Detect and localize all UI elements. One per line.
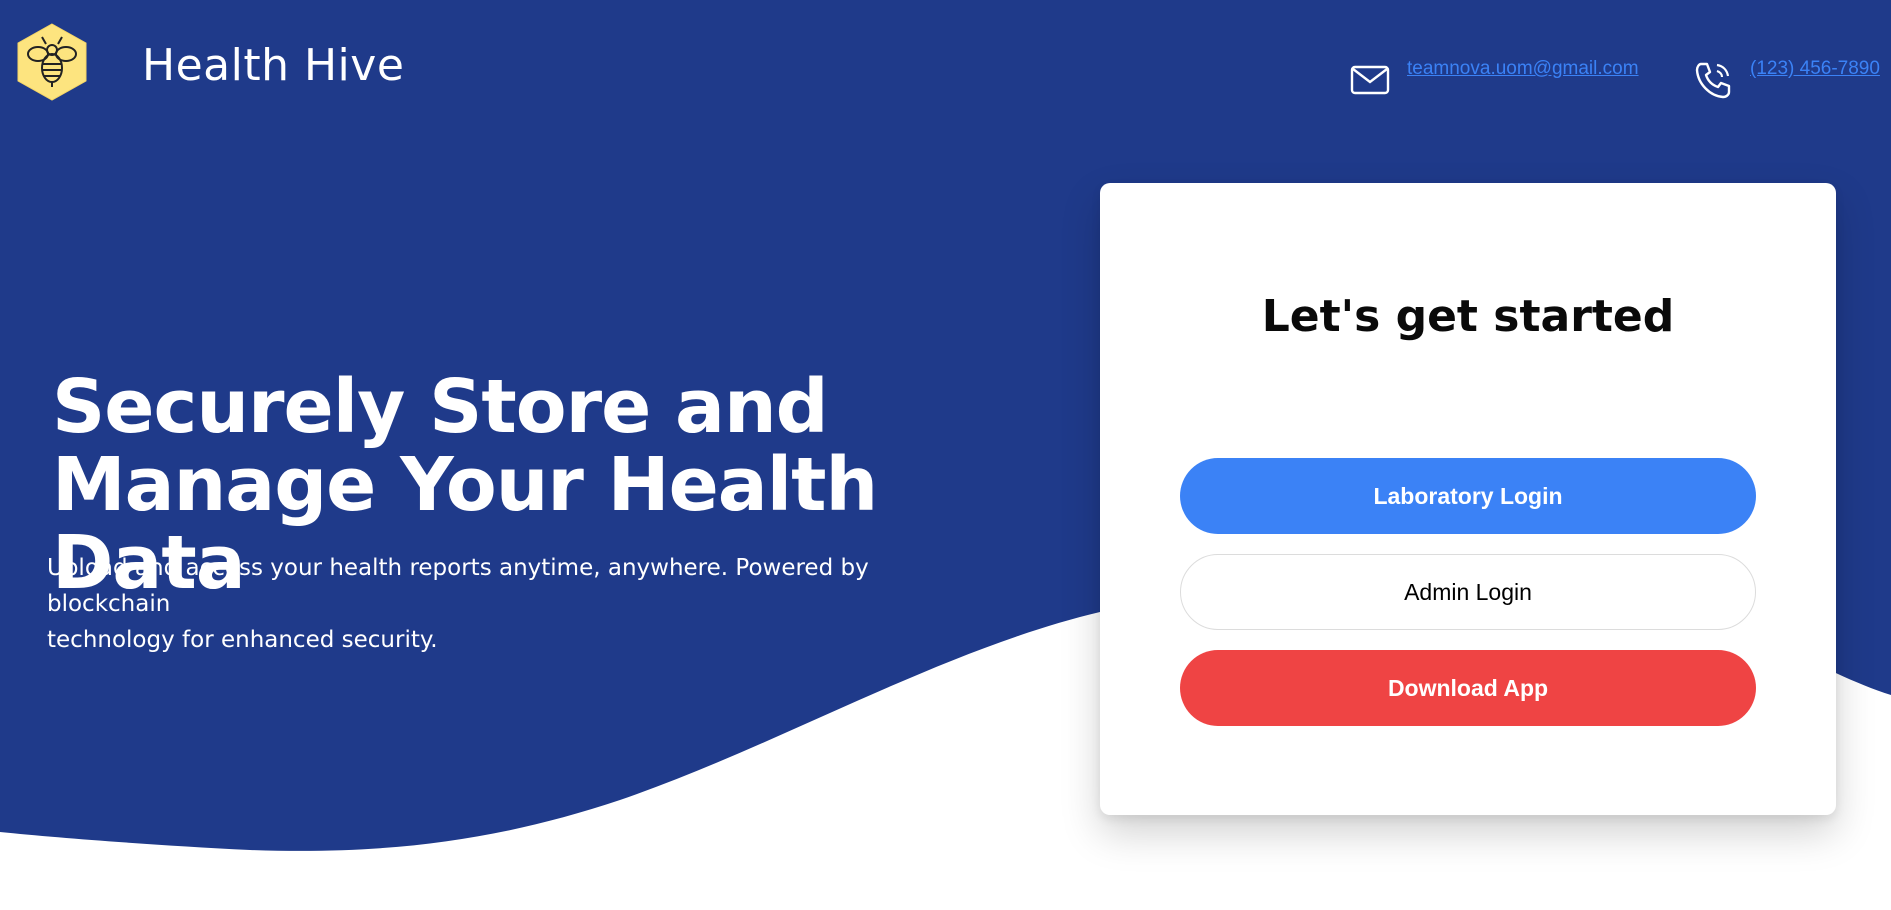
card-title: Let's get started	[1261, 291, 1675, 342]
phone-link[interactable]: (123) 456-7890	[1750, 58, 1880, 80]
hero-subtitle-line-1: Upload and access your health reports an…	[47, 555, 869, 617]
phone-icon	[1695, 62, 1731, 99]
bee-hexagon-icon[interactable]	[16, 22, 88, 102]
hero-title-line-1: Securely Store and	[52, 364, 829, 450]
admin-login-button[interactable]: Admin Login	[1180, 554, 1756, 630]
email-link[interactable]: teamnova.uom@gmail.com	[1407, 58, 1639, 80]
hero-subtitle: Upload and access your health reports an…	[47, 550, 987, 658]
hero-subtitle-line-2: technology for enhanced security.	[47, 627, 438, 653]
brand-name[interactable]: Health Hive	[142, 40, 404, 91]
contact-phone: (123) 456-7890	[1692, 56, 1880, 100]
login-card: Let's get started Laboratory Login Admin…	[1100, 183, 1836, 815]
download-app-button[interactable]: Download App	[1180, 650, 1756, 726]
mail-icon	[1350, 65, 1390, 95]
contact-email: teamnova.uom@gmail.com	[1349, 56, 1639, 100]
laboratory-login-button[interactable]: Laboratory Login	[1180, 458, 1756, 534]
